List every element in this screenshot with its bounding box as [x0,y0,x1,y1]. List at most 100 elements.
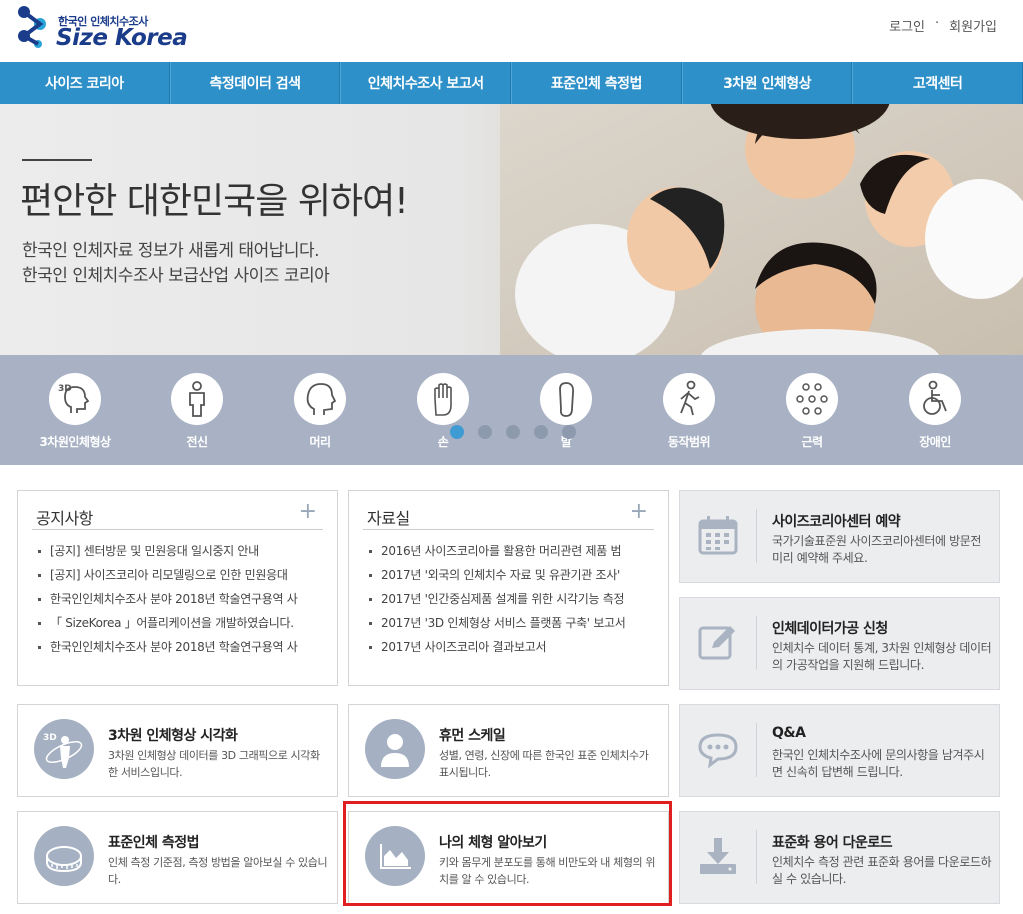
nav-size-korea[interactable]: 사이즈 코리아 [0,62,170,104]
foot-icon [559,382,575,417]
notice-divider [32,529,323,530]
slider-pagination [450,425,576,439]
3d-figure-icon: 3D [43,733,83,768]
quick-disabled-circle [909,373,961,425]
archive-item[interactable]: 2017년 '3D 인체형상 서비스 플랫폼 구축' 보고서 [367,615,654,631]
reservation-title: 사이즈코리아센터 예약 [772,514,901,530]
notice-item[interactable]: 「 SizeKorea 」어플리케이션을 개발하였습니다. [36,615,323,631]
quick-label-head: 머리 [309,435,331,449]
quick-disabled[interactable]: 장애인 [890,373,980,450]
join-link[interactable]: 회원가입 [949,16,997,35]
logo-title: Size Korea [56,25,188,51]
notice-item[interactable]: 한국인인체치수조사 분야 2018년 학술연구용역 사 [36,639,323,655]
edit-form-icon [698,626,735,660]
my-body-type-title: 나의 체형 알아보기 [439,835,547,851]
3d-figure-icon-text: 3D [43,733,57,743]
archive-item[interactable]: 2017년 '인간중심제품 설계를 위한 시각기능 측정 [367,591,654,607]
data-processing-box[interactable]: 인체데이터가공 신청 인체치수 데이터 통계, 3차원 인체형상 데이터의 가공… [679,597,1000,690]
slider-dot-3[interactable] [506,425,520,439]
nav-3d-body[interactable]: 3차원 인체형상 [681,62,853,104]
quick-motion-circle [663,373,715,425]
nav-measure-method[interactable]: 표준인체 측정법 [511,62,682,104]
util-separator: · [935,16,940,31]
qna-desc: 한국인 인체치수조사에 문의사항을 남겨주시면 신속히 답변해 드립니다. [772,748,985,779]
quick-3d-circle: 3D [49,373,101,425]
human-scale-card[interactable]: 휴먼 스케일 성별, 연령, 신장에 따른 한국인 표준 인체치수가 표시됩니다… [348,704,669,797]
svc-divider [756,723,757,777]
svc-divider [756,616,757,670]
family-photo-image [500,104,1023,355]
quick-label-3d: 3차원인체형상 [39,435,111,449]
download-icon [700,838,736,874]
archive-item[interactable]: 2017년 '외국의 인체치수 자료 및 유관기관 조사' [367,567,654,583]
quick-motion-range[interactable]: 동작범위 [644,373,734,450]
human-scale-title: 휴먼 스케일 [439,728,506,744]
slider-dot-1[interactable] [450,425,464,439]
area-chart-icon [380,844,411,869]
download-desc: 인체치수 측정 관련 표준화 용어를 다운로드하실 수 있습니다. [772,855,992,886]
site-logo[interactable]: 한국인 인체치수조사 Size Korea [14,4,194,54]
notice-more-button[interactable]: + [299,499,317,524]
term-download-box[interactable]: 표준화 용어 다운로드 인체치수 측정 관련 표준화 용어를 다운로드하실 수 … [679,811,1000,904]
main-navigation: 사이즈 코리아 측정데이터 검색 인체치수조사 보고서 표준인체 측정법 3차원… [0,62,1023,104]
processing-desc: 인체치수 데이터 통계, 3차원 인체형상 데이터의 가공작업을 지원해 드립니… [772,641,992,672]
archive-list: 2016년 사이즈코리아를 활용한 머리관련 제품 범 2017년 '외국의 인… [367,543,654,663]
notice-list: [공지] 센터방문 및 민원응대 일시중지 안내 [공지] 사이즈코리아 리모델… [36,543,323,663]
hero-divider [22,159,92,161]
my-body-type-icon-bg [365,826,425,886]
my-body-type-desc: 키와 몸무게 분포도를 통해 비만도와 내 체형의 위치를 알 수 있습니다. [439,856,656,886]
hero-desc-line-2: 한국인 인체치수조사 보급산업 사이즈 코리아 [22,266,330,286]
nav-customer-center[interactable]: 고객센터 [852,62,1023,104]
qna-box[interactable]: Q&A 한국인 인체치수조사에 문의사항을 남겨주시면 신속히 답변해 드립니다… [679,704,1000,797]
slider-dot-5[interactable] [562,425,576,439]
nav-data-search[interactable]: 측정데이터 검색 [169,62,341,104]
quick-full-body[interactable]: 전신 [152,373,242,450]
logo-mark-icon [18,6,46,48]
utility-links: 로그인 · 회원가입 [889,16,997,35]
quick-foot-circle [540,373,592,425]
speech-bubble-icon [698,733,738,769]
archive-board: 자료실 + 2016년 사이즈코리아를 활용한 머리관련 제품 범 2017년 … [348,490,669,686]
3d-visualization-card[interactable]: 3D 3차원 인체형상 시각화 3차원 인체형상 데이터를 3D 그래픽으로 시… [17,704,338,797]
notice-item[interactable]: 한국인인체치수조사 분야 2018년 학술연구용역 사 [36,591,323,607]
download-title: 표준화 용어 다운로드 [772,835,893,851]
quick-strength[interactable]: 근력 [767,373,857,450]
human-scale-desc: 성별, 연령, 신장에 따른 한국인 표준 인체치수가 표시됩니다. [439,749,649,779]
quick-3d-body[interactable]: 3D 3차원인체형상 [30,373,120,450]
notice-item[interactable]: [공지] 센터방문 및 민원응대 일시중지 안내 [36,543,323,559]
archive-item[interactable]: 2017년 사이즈코리아 결과보고서 [367,639,654,655]
quick-category-strip: 3D 3차원인체형상 전신 머리 손 발 동작범위 근력 장애인 [0,355,1023,465]
quick-label-motion: 동작범위 [667,435,711,449]
full-body-icon [189,381,205,417]
login-link[interactable]: 로그인 [889,16,925,35]
slider-dot-4[interactable] [534,425,548,439]
archive-title: 자료실 [367,509,410,528]
slider-dot-2[interactable] [478,425,492,439]
measure-method-card[interactable]: 표준인체 측정법 인체 측정 기준점, 측정 방법을 알아보실 수 있습니다. [17,811,338,904]
archive-item[interactable]: 2016년 사이즈코리아를 활용한 머리관련 제품 범 [367,543,654,559]
measure-method-icon-bg [34,826,94,886]
notice-title: 공지사항 [36,509,93,528]
quick-label-body: 전신 [186,435,208,449]
site-header: 한국인 인체치수조사 Size Korea 로그인 · 회원가입 [0,0,1023,62]
3d-head-icon: 3D [58,384,90,413]
notice-item[interactable]: [공지] 사이즈코리아 리모델링으로 인한 민원응대 [36,567,323,583]
quick-hand-circle [417,373,469,425]
wheelchair-icon [923,380,947,415]
processing-title: 인체데이터가공 신청 [772,621,888,637]
hero-title: 편안한 대한민국을 위하여! [20,181,409,222]
center-reservation-box[interactable]: 사이즈코리아센터 예약 국가기술표준원 사이즈코리아센터에 방문전 미리 예약해… [679,490,1000,583]
calendar-icon [698,516,738,555]
quick-label-strength: 근력 [801,435,823,449]
my-body-type-card[interactable]: 나의 체형 알아보기 키와 몸무게 분포도를 통해 비만도와 내 체형의 위치를… [348,811,669,904]
measure-method-title: 표준인체 측정법 [108,835,200,851]
nav-survey-report[interactable]: 인체치수조사 보고서 [340,62,512,104]
person-icon [381,734,409,767]
quick-head[interactable]: 머리 [275,373,365,450]
strength-network-icon [796,383,828,415]
archive-more-button[interactable]: + [630,499,648,524]
quick-label-disabled: 장애인 [919,435,951,449]
reservation-desc: 국가기술표준원 사이즈코리아센터에 방문전 미리 예약해 주세요. [772,534,981,565]
human-scale-icon-bg [365,719,425,779]
hand-icon [434,383,452,416]
